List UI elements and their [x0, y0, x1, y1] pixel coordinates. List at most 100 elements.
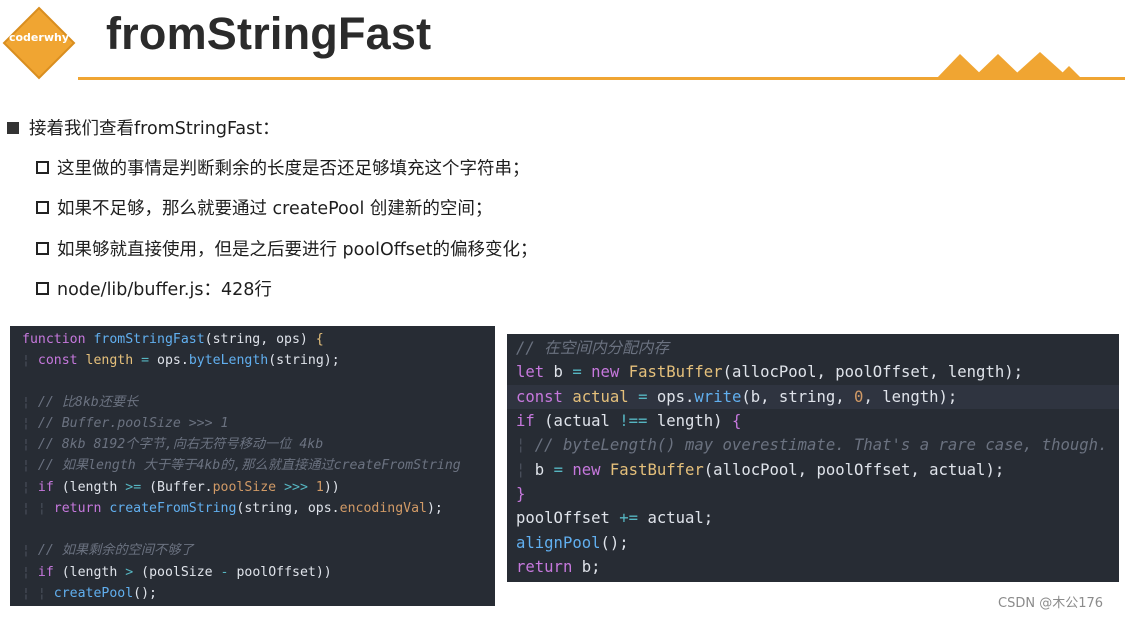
code-token: ops.	[647, 388, 695, 406]
code-token: ();	[133, 586, 157, 601]
code-token: b;	[572, 558, 601, 576]
code-token: ))	[323, 480, 340, 495]
bullet-sub-text: 这里做的事情是判断剩余的长度是否还足够填充这个字符串；	[57, 159, 530, 179]
hollow-square-icon	[36, 282, 49, 295]
code-token: write	[694, 388, 742, 406]
bullet-main-text: 接着我们查看fromStringFast：	[29, 119, 280, 139]
code-token: 1	[315, 480, 324, 495]
code-token: byteLength	[188, 353, 269, 368]
code-token: length	[85, 353, 134, 368]
bullet-sub-text: 如果不足够，那么就要通过 createPool 创建新的空间；	[57, 199, 493, 219]
code-token: function	[22, 332, 86, 347]
code-comment: // 如果剩余的空间不够了	[37, 543, 194, 558]
code-line: ¦ // Buffer.poolSize >>> 1	[22, 416, 229, 431]
code-line: // 在空间内分配内存	[507, 336, 1119, 360]
code-line: ¦ // 如果length 大于等于4kb的,那么就直接通过createFrom…	[22, 458, 461, 473]
code-token: (actual	[534, 412, 620, 430]
code-line: }	[507, 482, 1119, 506]
bullet-sub-text: 如果够就直接使用，但是之后要进行 poolOffset的偏移变化；	[57, 240, 538, 260]
code-token: createFromString	[109, 501, 237, 516]
code-line: ¦ // 8kb 8192个字节,向右无符号移动一位 4kb	[22, 437, 324, 452]
code-token: (string);	[268, 353, 340, 368]
code-line: ¦ if (length > (poolSize - poolOffset))	[22, 565, 332, 580]
code-token: if	[37, 480, 54, 495]
code-token: const	[516, 388, 563, 406]
code-comment: // 比8kb还要长	[37, 395, 139, 410]
code-token: new	[572, 461, 601, 479]
code-line: let b = new FastBuffer(allocPool, poolOf…	[507, 360, 1119, 384]
bullet-main: 接着我们查看fromStringFast：	[7, 115, 280, 140]
code-line: alignPool();	[507, 531, 1119, 555]
code-token: {	[315, 332, 324, 347]
code-token: poolSize	[212, 480, 277, 495]
page-title: fromStringFast	[106, 8, 432, 59]
code-comment: // 在空间内分配内存	[516, 339, 669, 357]
code-line: ¦ // 如果剩余的空间不够了	[22, 543, 194, 558]
code-token: =	[141, 353, 150, 368]
code-token: >	[125, 565, 134, 580]
code-token: {	[731, 412, 742, 430]
code-token: (string, ops)	[204, 332, 316, 347]
hollow-square-icon	[36, 161, 49, 174]
code-token: const	[37, 353, 78, 368]
hollow-square-icon	[36, 242, 49, 255]
code-token: (poolSize	[133, 565, 221, 580]
code-token: alignPool	[516, 534, 601, 552]
code-token: +=	[619, 509, 639, 527]
logo-text: coderwhy	[8, 31, 69, 44]
code-token: !==	[619, 412, 648, 430]
code-token: );	[426, 501, 443, 516]
code-token: (string, ops.	[236, 501, 340, 516]
code-line: if (actual !== length) {	[507, 409, 1119, 433]
code-comment: // Buffer.poolSize >>> 1	[37, 416, 229, 431]
code-line: function fromStringFast(string, ops) {	[10, 329, 495, 350]
code-token: =	[553, 461, 563, 479]
code-token: (Buffer.	[141, 480, 213, 495]
code-comment: // 8kb 8192个字节,向右无符号移动一位 4kb	[37, 437, 324, 452]
code-block-right: // 在空间内分配内存 let b = new FastBuffer(alloc…	[507, 334, 1119, 582]
hollow-square-icon	[36, 201, 49, 214]
code-token: new	[591, 363, 620, 381]
code-comment: // byteLength() may overestimate. That's…	[534, 436, 1108, 454]
code-token: -	[220, 565, 229, 580]
code-token: (allocPool, poolOffset, length);	[722, 363, 1024, 381]
code-token: >=	[125, 480, 142, 495]
code-token: if	[37, 565, 54, 580]
code-line: return b;	[507, 555, 1119, 579]
code-token: actual	[572, 388, 629, 406]
code-token: if	[516, 412, 535, 430]
bullet-sub: 如果不足够，那么就要通过 createPool 创建新的空间；	[36, 195, 492, 220]
code-token: ops.	[157, 353, 189, 368]
code-token: (length	[53, 565, 126, 580]
code-line: poolOffset += actual;	[507, 506, 1119, 530]
code-token: }	[516, 485, 526, 503]
code-line: ¦ ¦ return createFromString(string, ops.…	[22, 501, 443, 516]
code-comment: // 如果length 大于等于4kb的,那么就直接通过createFromSt…	[37, 458, 461, 473]
code-token: return	[53, 501, 102, 516]
bullet-sub: 如果够就直接使用，但是之后要进行 poolOffset的偏移变化；	[36, 236, 538, 261]
code-token: >>>	[284, 480, 308, 495]
bullet-sub-text: node/lib/buffer.js：428行	[57, 280, 272, 300]
code-token: encodingVal	[339, 501, 427, 516]
code-line: ¦ b = new FastBuffer(allocPool, poolOffs…	[516, 461, 1005, 479]
mountain-decoration	[936, 52, 1082, 79]
code-token: poolOffset	[516, 509, 620, 527]
code-token: b	[544, 363, 573, 381]
code-line: ¦ // 比8kb还要长	[22, 395, 139, 410]
code-token: FastBuffer	[628, 363, 723, 381]
code-line: ¦ // byteLength() may overestimate. That…	[516, 436, 1108, 454]
watermark: CSDN @木公176	[998, 596, 1104, 611]
code-token: =	[572, 363, 582, 381]
code-token: ();	[600, 534, 629, 552]
bullet-sub: node/lib/buffer.js：428行	[36, 276, 272, 301]
code-token: poolOffset))	[228, 565, 332, 580]
code-token: b	[534, 461, 554, 479]
code-token: createPool	[53, 586, 134, 601]
code-token: , length);	[863, 388, 958, 406]
code-token: actual;	[638, 509, 714, 527]
code-token: length)	[647, 412, 732, 430]
code-token: (b, string,	[741, 388, 855, 406]
code-token: (length	[53, 480, 126, 495]
filled-square-icon	[7, 121, 19, 134]
bullet-sub: 这里做的事情是判断剩余的长度是否还足够填充这个字符串；	[36, 155, 530, 180]
